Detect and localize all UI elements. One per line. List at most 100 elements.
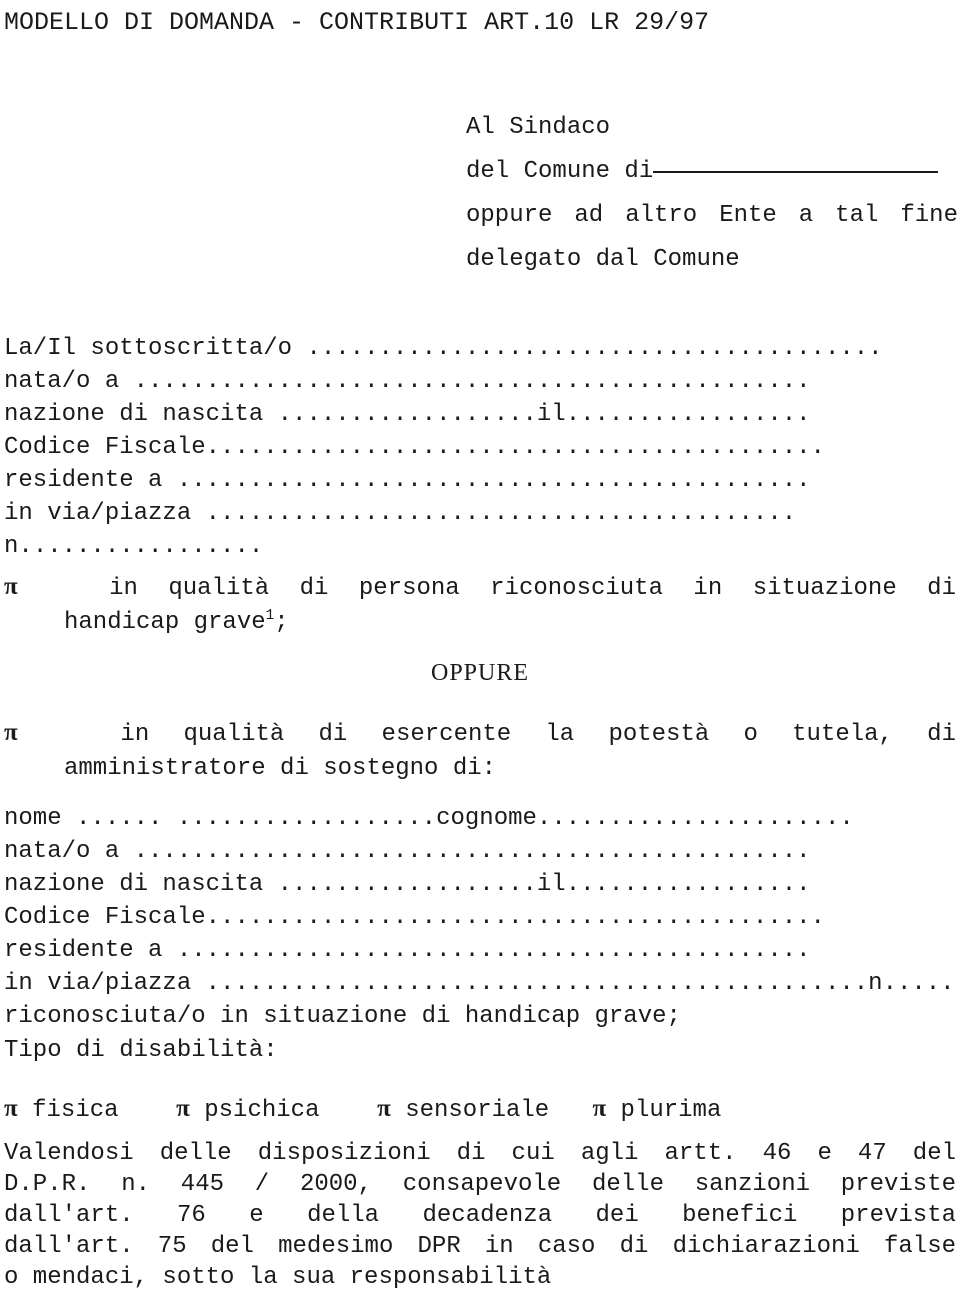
field-dots[interactable]: .................. (278, 401, 537, 428)
field-dots[interactable]: ........................................… (177, 467, 811, 494)
field-row-nata-a: nata/o a ...............................… (4, 835, 956, 868)
checkbox-icon[interactable]: π (4, 719, 18, 746)
field-dots[interactable]: ........................................… (206, 904, 825, 931)
field-dots-numero[interactable]: ...... (883, 970, 956, 997)
field-label: nazione di nascita (4, 401, 278, 428)
disability-option-label: psichica (204, 1097, 320, 1124)
field-row-nazione-nascita: nazione di nascita ..................il.… (4, 868, 956, 901)
field-label-il: il (536, 401, 566, 428)
addressee-line-2: del Comune di (466, 150, 958, 194)
field-label: Codice Fiscale (4, 434, 206, 461)
field-label: Codice Fiscale (4, 904, 206, 931)
disability-option-label: plurima (620, 1097, 722, 1124)
field-row-nata-a: nata/o a ...............................… (4, 365, 956, 398)
beneficiary-status-line: riconosciuta/o in situazione di handicap… (4, 1003, 681, 1030)
declaration-line-5: o mendaci, sotto la sua responsabilità (4, 1264, 552, 1291)
addressee-line-3: oppure ad altro Ente a tal fine (466, 202, 958, 229)
field-label: nazione di nascita (4, 871, 278, 898)
declaration-paragraph: Valendosi delle disposizioni di cui agli… (4, 1138, 956, 1293)
field-row-codice-fiscale: Codice Fiscale..........................… (4, 431, 956, 464)
field-row-residente-a: residente a ............................… (4, 934, 956, 967)
option-two-second-line: amministratore di sostegno di: (64, 755, 497, 782)
field-dots-cognome[interactable]: ...................... (537, 805, 854, 832)
document-page: MODELLO DI DOMANDA - CONTRIBUTI ART.10 L… (0, 0, 960, 1291)
field-dots[interactable]: ........................................… (134, 838, 811, 865)
addressee-line-4: delegato dal Comune (466, 246, 740, 273)
addressee-block: Al Sindaco del Comune di oppure ad altro… (466, 106, 958, 282)
field-dots[interactable]: ................ (33, 533, 263, 560)
addressee-line-1: Al Sindaco (466, 114, 611, 141)
field-row-via-piazza: in via/piazza ..........................… (4, 497, 956, 530)
field-dots[interactable]: .................. (278, 871, 537, 898)
field-label: nata/o a (4, 838, 134, 865)
disability-option-label: sensoriale (405, 1097, 550, 1124)
option-one-text-2: handicap grave (64, 609, 266, 636)
declaration-line-2: D.P.R. n. 445 / 2000, consapevole delle … (4, 1171, 956, 1198)
field-row-residente-a: residente a ............................… (4, 464, 956, 497)
option-one-first-line: π in qualità di persona riconosciuta in … (4, 570, 956, 606)
field-label: in via/piazza (4, 500, 206, 527)
option-one-text: in qualità di persona riconosciuta in si… (109, 575, 956, 602)
checkbox-icon[interactable]: π (176, 1095, 190, 1122)
field-label: in via/piazza (4, 970, 206, 997)
field-dots[interactable]: ........................................… (206, 434, 825, 461)
field-dots[interactable]: ........................................… (206, 500, 797, 527)
option-two-spacer (18, 721, 121, 748)
option-two-first-line: π in qualità di esercente la potestà o t… (4, 716, 956, 752)
field-row-nome-cognome: nome ...... ..................cognome...… (4, 802, 956, 835)
field-label-nome: nome (4, 805, 62, 832)
field-row-via-piazza: in via/piazza ..........................… (4, 967, 956, 1000)
field-label-cognome: cognome (436, 805, 537, 832)
field-dots[interactable]: ........................................… (206, 970, 869, 997)
checkbox-icon[interactable]: π (4, 573, 18, 600)
disability-option-label: fisica (32, 1097, 119, 1124)
option-one-block[interactable]: π in qualità di persona riconosciuta in … (4, 570, 956, 640)
field-dots-nome-a[interactable]: ...... (76, 805, 162, 832)
field-dots-data[interactable]: ................. (566, 871, 811, 898)
field-label: La/Il sottoscritta/o (4, 335, 307, 362)
field-row-codice-fiscale: Codice Fiscale..........................… (4, 901, 956, 934)
disability-option-plurima[interactable]: π plurima (592, 1095, 722, 1124)
separator-oppure: OPPURE (430, 660, 530, 686)
option-one-second-line: handicap grave1; (64, 606, 956, 640)
disability-option-psichica[interactable]: π psichica (176, 1095, 320, 1124)
field-row-numero-civico: n................. (4, 530, 956, 563)
declaration-line-1: Valendosi delle disposizioni di cui agli… (4, 1140, 956, 1167)
field-row-sottoscritta: La/Il sottoscritta/o ...................… (4, 332, 956, 365)
field-dots[interactable]: ........................................ (306, 335, 882, 362)
footnote-reference: 1 (265, 608, 275, 624)
disability-type-label: Tipo di disabilità: (4, 1037, 278, 1064)
field-dots[interactable]: ........................................… (134, 368, 811, 395)
checkbox-icon[interactable]: π (377, 1095, 391, 1122)
field-dots[interactable]: ........................................… (177, 937, 811, 964)
declaration-line-4: dall'art. 75 del medesimo DPR in caso di… (4, 1233, 956, 1260)
beneficiary-fields-block: nome ...... ..................cognome...… (4, 802, 956, 1033)
comune-label: del Comune di (466, 158, 654, 185)
disability-options-row: π fisica π psichica π sensoriale π pluri… (4, 1092, 721, 1128)
option-two-block[interactable]: π in qualità di esercente la potestà o t… (4, 716, 956, 786)
field-dots-data[interactable]: ................. (566, 401, 811, 428)
declaration-line-3: dall'art. 76 e della decadenza dei benef… (4, 1202, 956, 1229)
field-label-il: il (536, 871, 566, 898)
field-label: n. (4, 533, 33, 560)
option-two-text: in qualità di esercente la potestà o tut… (120, 721, 956, 748)
document-title: MODELLO DI DOMANDA - CONTRIBUTI ART.10 L… (4, 8, 710, 37)
comune-blank-line[interactable] (653, 153, 939, 173)
checkbox-icon[interactable]: π (4, 1095, 18, 1122)
checkbox-icon[interactable]: π (592, 1095, 606, 1122)
field-dots-nome-b[interactable]: .................. (177, 805, 436, 832)
spacer-2 (162, 805, 176, 832)
option-one-tail: ; (274, 609, 289, 636)
field-label: nata/o a (4, 368, 134, 395)
field-label: residente a (4, 467, 177, 494)
disability-option-fisica[interactable]: π fisica (4, 1095, 119, 1124)
disability-option-sensoriale[interactable]: π sensoriale (377, 1095, 550, 1124)
field-label-n: n (868, 970, 883, 997)
